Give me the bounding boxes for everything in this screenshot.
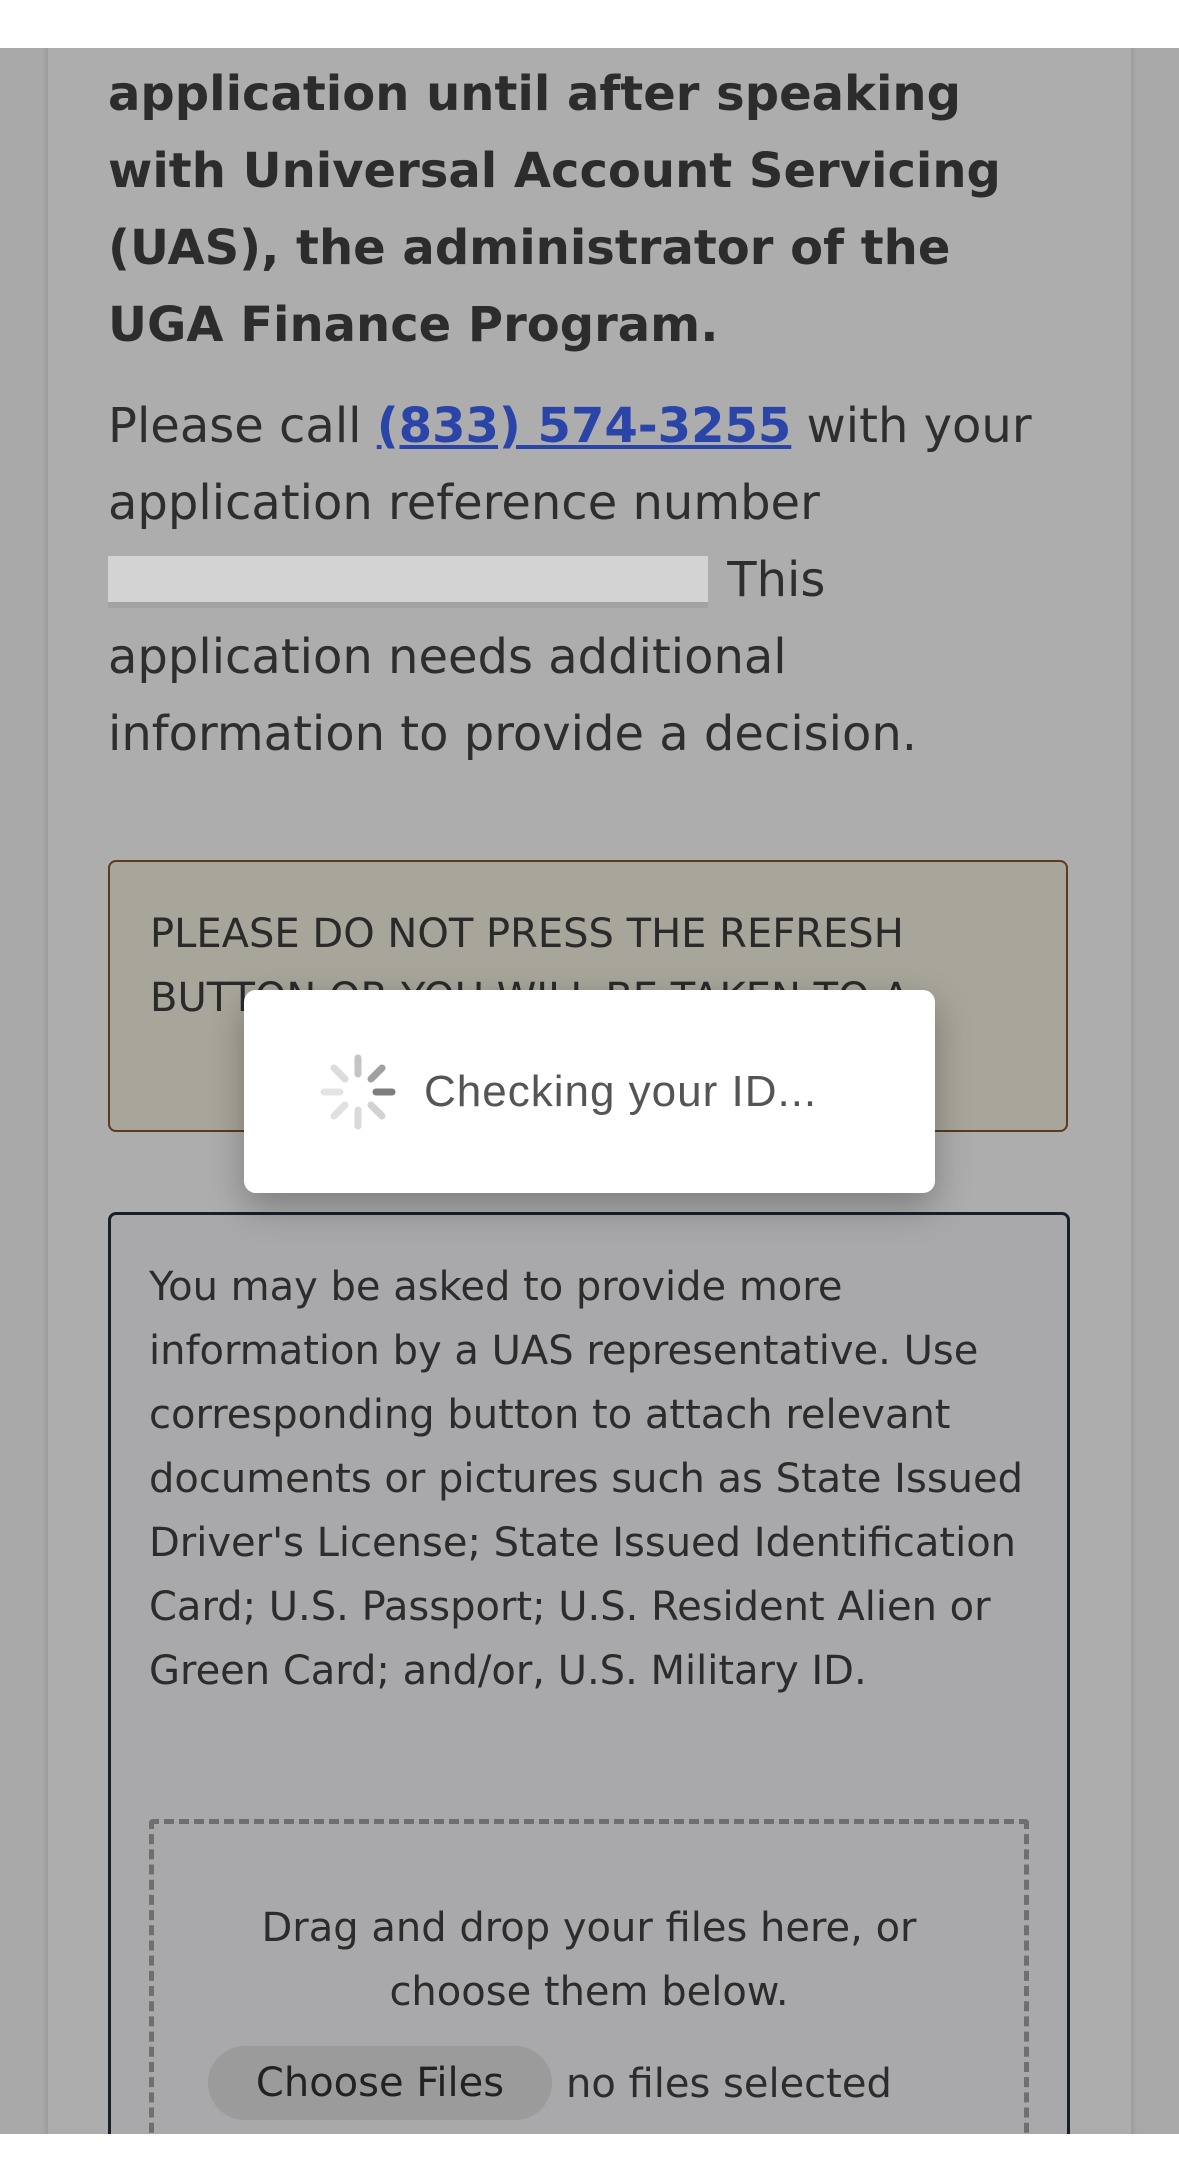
refresh-warning-heading: Please do not refresh the application un… [108,66,1001,353]
upload-instructions: You may be asked to provide more informa… [149,1264,1024,1694]
loading-spinner-icon [320,1054,396,1130]
page-overlay: Please do not refresh the application un… [0,48,1179,2134]
checking-id-modal: Checking your ID... [244,990,935,1193]
top-bar [0,0,1179,48]
call-instructions: Please call (833) 574-3255 with your app… [108,388,1048,773]
document-upload-box: You may be asked to provide more informa… [108,1212,1070,2134]
bottom-bar [0,2134,1179,2172]
choose-files-button[interactable]: Choose Files [208,2046,552,2120]
file-status: no files selected [566,2061,892,2107]
modal-message: Checking your ID... [424,1067,818,1116]
redacted-reference-number [108,556,708,602]
call-prefix: Please call [108,398,377,454]
file-dropzone[interactable]: Drag and drop your files here, or choose… [149,1819,1029,2134]
phone-link[interactable]: (833) 574-3255 [377,398,792,454]
dropzone-text: Drag and drop your files here, or choose… [261,1905,917,2015]
